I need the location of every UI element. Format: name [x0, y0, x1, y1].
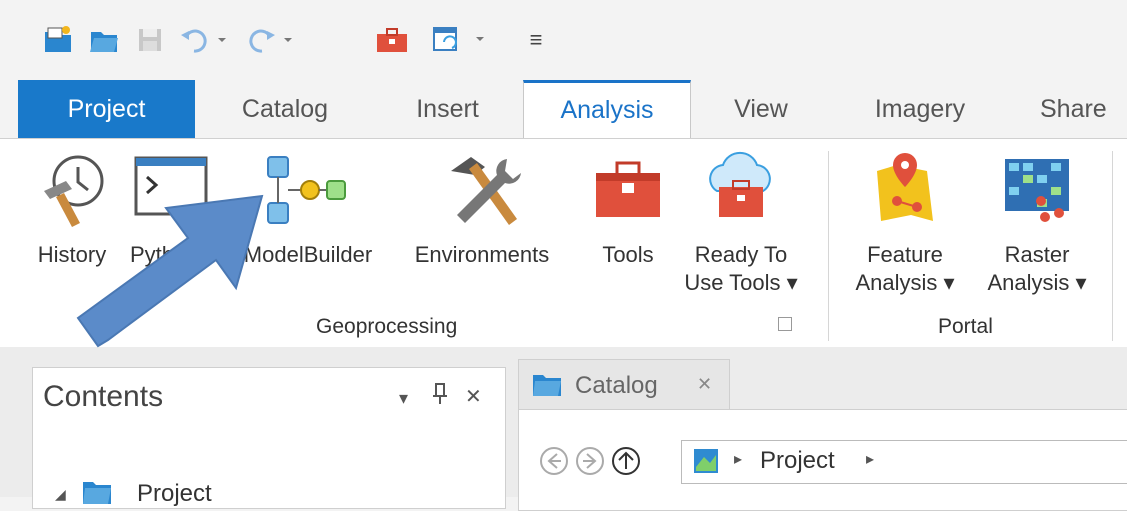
toolbox-icon[interactable] — [372, 22, 412, 58]
feature-analysis-icon — [869, 151, 941, 234]
contents-pane: Contents ▾ ✕ ◢ Project — [32, 367, 506, 509]
catalog-view: ▸ Project ▸ — [518, 409, 1127, 511]
project-map-icon — [692, 447, 720, 480]
catalog-folder-icon — [531, 372, 563, 403]
pane-options-icon[interactable]: ▾ — [399, 388, 408, 409]
ready-to-use-tools-button[interactable]: Ready To Use Tools ▾ — [676, 147, 806, 297]
forward-icon[interactable] — [575, 446, 605, 481]
group-separator — [828, 151, 829, 341]
tab-project[interactable]: Project — [18, 80, 195, 138]
tools-button[interactable]: Tools — [588, 147, 668, 297]
tab-catalog-view[interactable]: Catalog ✕ — [518, 359, 730, 410]
redo-icon[interactable] — [240, 22, 300, 58]
project-folder-icon — [81, 478, 113, 511]
environments-button[interactable]: Environments — [384, 147, 580, 297]
feature-analysis-button[interactable]: Feature Analysis ▾ — [842, 147, 968, 297]
customize-icon[interactable]: ≡ — [524, 22, 548, 58]
save-icon[interactable] — [132, 22, 168, 58]
tab-analysis[interactable]: Analysis — [523, 80, 691, 138]
raster-analysis-button[interactable]: Raster Analysis ▾ — [974, 147, 1100, 297]
group-label-portal: Portal — [938, 315, 993, 338]
tab-share[interactable]: Share — [1040, 80, 1127, 138]
history-button[interactable]: History — [26, 147, 118, 297]
quick-access-toolbar: ≡ — [0, 0, 1127, 80]
raster-analysis-icon — [1001, 155, 1073, 232]
open-project-icon[interactable] — [86, 22, 122, 58]
contents-title: Contents — [43, 380, 164, 413]
dialog-launcher-icon[interactable] — [778, 317, 792, 331]
ribbon-tabs: Project Catalog Insert Analysis View Ima… — [0, 80, 1127, 138]
environments-icon — [439, 151, 525, 238]
tab-insert[interactable]: Insert — [385, 80, 510, 138]
tab-catalog[interactable]: Catalog — [210, 80, 360, 138]
python-window-icon — [133, 155, 209, 224]
undo-icon[interactable] — [176, 22, 236, 58]
cloud-toolbox-icon — [701, 151, 781, 230]
breadcrumb-project[interactable]: Project — [760, 447, 835, 475]
back-icon[interactable] — [539, 446, 569, 481]
modelbuilder-button[interactable]: ModelBuilder — [232, 147, 384, 297]
group-label-geoprocessing: Geoprocessing — [316, 315, 458, 338]
window-icon[interactable] — [428, 22, 498, 58]
group-separator — [1112, 151, 1113, 341]
expand-icon[interactable]: ◢ — [55, 486, 66, 503]
workspace: Contents ▾ ✕ ◢ Project Catalog ✕ ▸ Proje… — [0, 347, 1127, 511]
modelbuilder-icon — [258, 153, 350, 236]
history-icon — [32, 151, 112, 238]
pin-icon[interactable] — [431, 382, 449, 411]
ribbon-analysis: History Pyth ModelBuilder Environments T… — [0, 138, 1127, 348]
tree-item-project[interactable]: Project — [137, 480, 212, 508]
tab-view[interactable]: View — [706, 80, 816, 138]
tab-imagery[interactable]: Imagery — [840, 80, 1000, 138]
up-icon[interactable] — [611, 446, 641, 481]
new-project-icon[interactable] — [40, 22, 76, 58]
close-tab-icon[interactable]: ✕ — [697, 374, 712, 395]
address-bar[interactable]: ▸ Project ▸ — [681, 440, 1127, 484]
python-button[interactable]: Pyth — [126, 147, 216, 297]
close-icon[interactable]: ✕ — [465, 384, 482, 409]
toolbox-icon — [593, 159, 663, 228]
